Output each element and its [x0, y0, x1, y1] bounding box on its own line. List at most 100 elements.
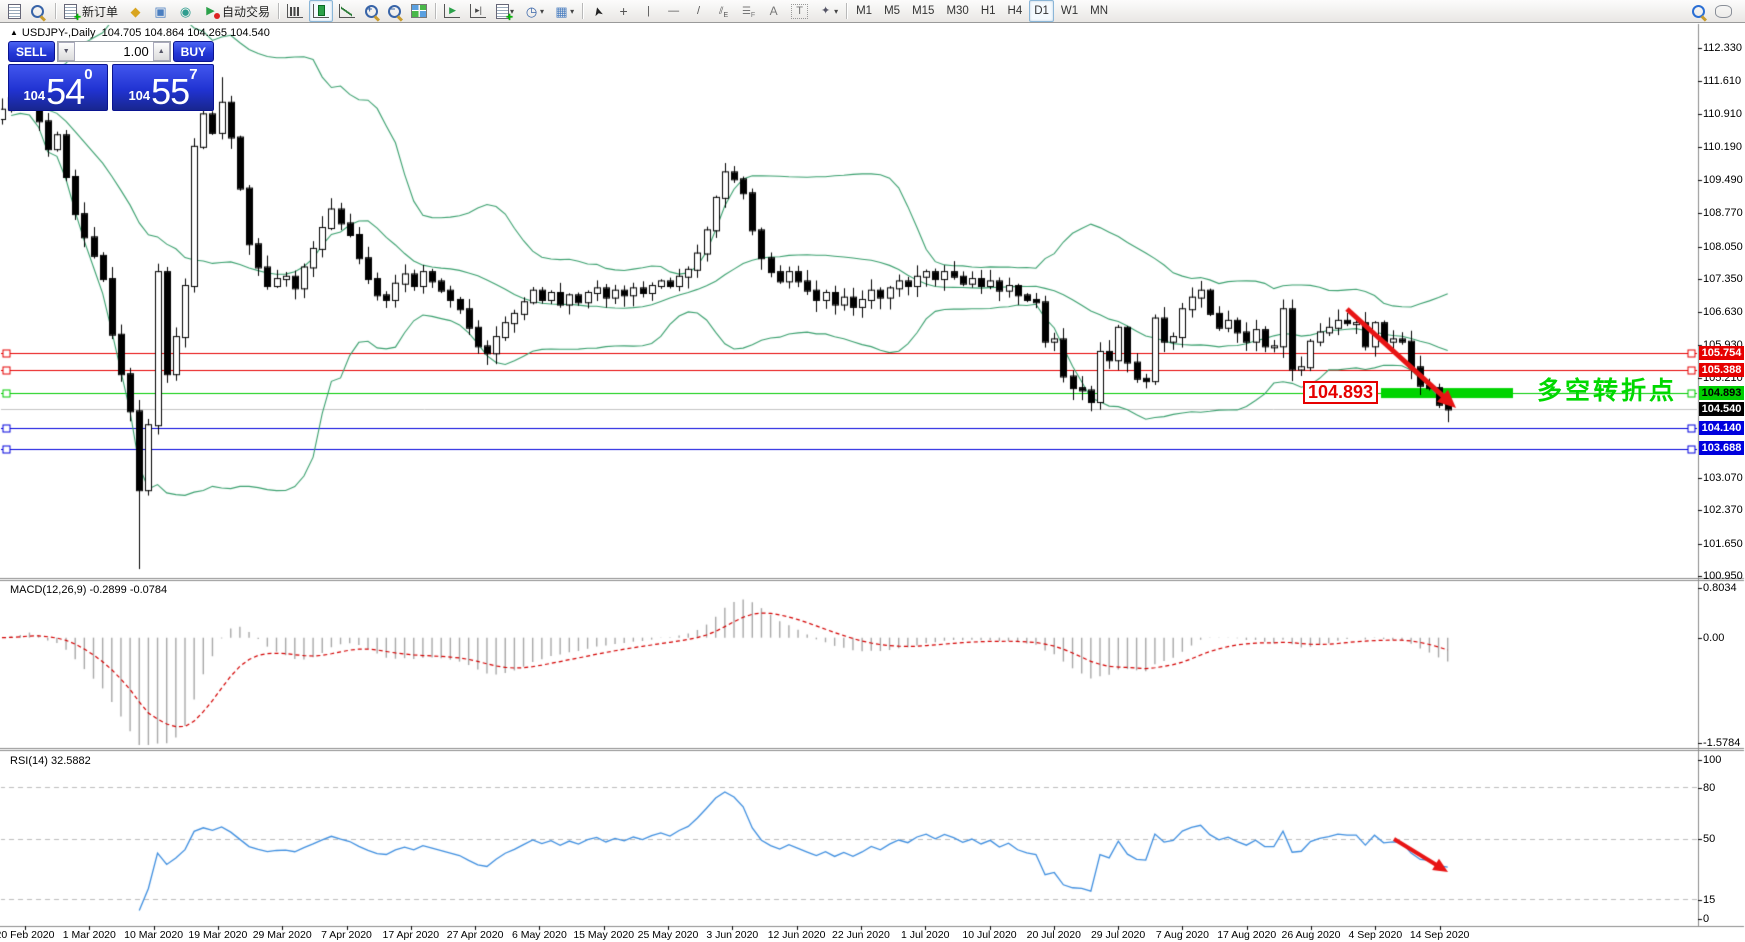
timeframe-button-W1[interactable]: W1 — [1056, 0, 1083, 22]
search-button[interactable] — [1688, 0, 1709, 22]
auto-scroll-icon: ▶ — [444, 4, 460, 18]
price-axis-tick: 103.070 — [1703, 472, 1743, 484]
date-axis-label: 20 Jul 2020 — [1027, 929, 1081, 941]
rsi-axis-tick: 0 — [1703, 913, 1709, 925]
trendline-tool-button[interactable]: / — [687, 0, 710, 22]
ohlc-close: 104.540 — [230, 27, 270, 39]
signals-button[interactable]: ◉ — [174, 0, 197, 22]
cursor-tool-button[interactable]: ➤ — [587, 0, 610, 22]
date-axis-label: 7 Apr 2020 — [321, 929, 372, 941]
date-axis-label: 4 Sep 2020 — [1348, 929, 1402, 941]
fibonacci-icon: ☰F — [741, 5, 756, 18]
metaeditor-button[interactable]: ◆ — [124, 0, 147, 22]
macd-axis-tick: -1.5784 — [1703, 737, 1740, 749]
ohlc-open: 104.705 — [102, 27, 142, 39]
zoom-out-icon: − — [388, 5, 401, 18]
zoom-in-button[interactable]: + — [361, 0, 382, 22]
date-axis-label: 17 Aug 2020 — [1217, 929, 1276, 941]
rsi-axis-tick: 15 — [1703, 894, 1715, 906]
indicators-button[interactable]: +▾ — [492, 0, 518, 22]
autotrading-button[interactable]: ▶ 自动交易 — [199, 0, 274, 22]
timeframe-button-M30[interactable]: M30 — [941, 0, 973, 22]
price-axis-badge: 104.893 — [1699, 386, 1744, 400]
price-axis-tick: 101.650 — [1703, 538, 1743, 550]
fibonacci-tool-button[interactable]: ☰F — [737, 0, 760, 22]
price-annotation-box[interactable]: 104.893 — [1303, 381, 1378, 404]
price-axis-tick: 110.190 — [1703, 141, 1742, 153]
buy-price-point: 7 — [189, 66, 197, 83]
volume-down-button[interactable]: ▼ — [58, 42, 75, 61]
arrows-tool-button[interactable]: ✦▾ — [814, 0, 842, 22]
bar-chart-button[interactable] — [283, 0, 307, 22]
timeframe-button-M5[interactable]: M5 — [879, 0, 905, 22]
tile-windows-button[interactable] — [407, 0, 431, 22]
new-order-button[interactable]: + 新订单 — [60, 0, 122, 22]
buy-price-big-figure: 104 — [128, 88, 150, 103]
symbol-info-line: ▲USDJPY-,Daily 104.705 104.864 104.265 1… — [10, 27, 270, 39]
templates-button[interactable]: ▦▾ — [550, 0, 578, 22]
autotrading-icon: ▶ — [203, 5, 218, 18]
text-label-tool-button[interactable]: T — [787, 0, 812, 22]
buy-price-pips: 55 — [151, 77, 189, 107]
ohlc-high: 104.864 — [144, 27, 184, 39]
profiles-button[interactable] — [27, 0, 48, 22]
date-axis-label: 25 May 2020 — [638, 929, 699, 941]
price-axis-tick: 112.330 — [1703, 42, 1742, 54]
sell-button[interactable]: SELL — [8, 41, 55, 62]
date-axis-label: 3 Jun 2020 — [706, 929, 758, 941]
price-axis-tick: 108.770 — [1703, 207, 1743, 219]
toolbar: + 新订单 ◆ ▣ ◉ ▶ 自动交易 + − ▶ ▸| +▾ ◷▾ ▦▾ ➤ +… — [0, 0, 1745, 23]
arrows-tool-icon: ✦ — [818, 5, 833, 18]
channel-tool-button[interactable]: ⫽E — [712, 0, 735, 22]
periods-button[interactable]: ◷▾ — [520, 0, 548, 22]
date-axis-label: 29 Mar 2020 — [253, 929, 312, 941]
mt4-window: + 新订单 ◆ ▣ ◉ ▶ 自动交易 + − ▶ ▸| +▾ ◷▾ ▦▾ ➤ +… — [0, 0, 1745, 942]
cursor-icon: ➤ — [590, 2, 606, 20]
equidistant-channel-icon: ⫽E — [716, 5, 731, 18]
date-axis-label: 6 May 2020 — [512, 929, 567, 941]
new-order-icon: + — [64, 4, 77, 19]
volume-up-button[interactable]: ▲ — [153, 42, 170, 61]
zoom-out-button[interactable]: − — [384, 0, 405, 22]
timeframe-button-M1[interactable]: M1 — [851, 0, 877, 22]
buy-button[interactable]: BUY — [173, 41, 214, 62]
price-axis-tick: 111.610 — [1703, 75, 1741, 87]
auto-scroll-button[interactable]: ▶ — [440, 0, 464, 22]
timeframe-button-D1[interactable]: D1 — [1029, 0, 1054, 22]
trendline-icon: / — [691, 5, 706, 18]
vertical-line-tool-button[interactable]: | — [637, 0, 660, 22]
price-axis-tick: 108.050 — [1703, 241, 1743, 253]
timeframe-button-MN[interactable]: MN — [1085, 0, 1113, 22]
chart-canvas[interactable] — [0, 0, 1745, 942]
line-chart-button[interactable] — [335, 0, 359, 22]
chart-shift-button[interactable]: ▸| — [466, 0, 490, 22]
new-chart-button[interactable] — [4, 0, 25, 22]
market-button[interactable]: ▣ — [149, 0, 172, 22]
macd-axis-tick: 0.8034 — [1703, 582, 1737, 594]
text-tool-button[interactable]: A — [762, 0, 785, 22]
chat-button[interactable] — [1711, 0, 1736, 22]
sell-price-tile[interactable]: 104 54 0 — [8, 64, 108, 111]
date-axis-label: 29 Jul 2020 — [1091, 929, 1145, 941]
buy-price-tile[interactable]: 104 55 7 — [112, 64, 214, 111]
timeframe-button-H4[interactable]: H4 — [1003, 0, 1028, 22]
text-tool-icon: A — [766, 5, 781, 18]
metaeditor-icon: ◆ — [128, 5, 143, 18]
timeframe-button-H1[interactable]: H1 — [976, 0, 1001, 22]
rsi-axis-tick: 50 — [1703, 833, 1715, 845]
bar-chart-icon — [287, 4, 303, 18]
autotrading-label: 自动交易 — [222, 3, 270, 20]
date-axis-label: 26 Aug 2020 — [1282, 929, 1341, 941]
vertical-line-icon: | — [641, 5, 656, 18]
date-axis-label: 22 Jun 2020 — [832, 929, 890, 941]
date-axis-label: 10 Mar 2020 — [124, 929, 183, 941]
timeframe-button-M15[interactable]: M15 — [907, 0, 939, 22]
candlestick-chart-button[interactable] — [309, 0, 333, 22]
date-axis-label: 10 Jul 2020 — [962, 929, 1016, 941]
volume-input[interactable] — [75, 42, 153, 61]
date-axis-label: 27 Apr 2020 — [447, 929, 504, 941]
crosshair-tool-button[interactable]: + — [612, 0, 635, 22]
date-axis-label: 17 Apr 2020 — [382, 929, 439, 941]
turning-point-annotation[interactable]: 多空转折点 — [1537, 371, 1677, 407]
horizontal-line-tool-button[interactable]: — — [662, 0, 685, 22]
